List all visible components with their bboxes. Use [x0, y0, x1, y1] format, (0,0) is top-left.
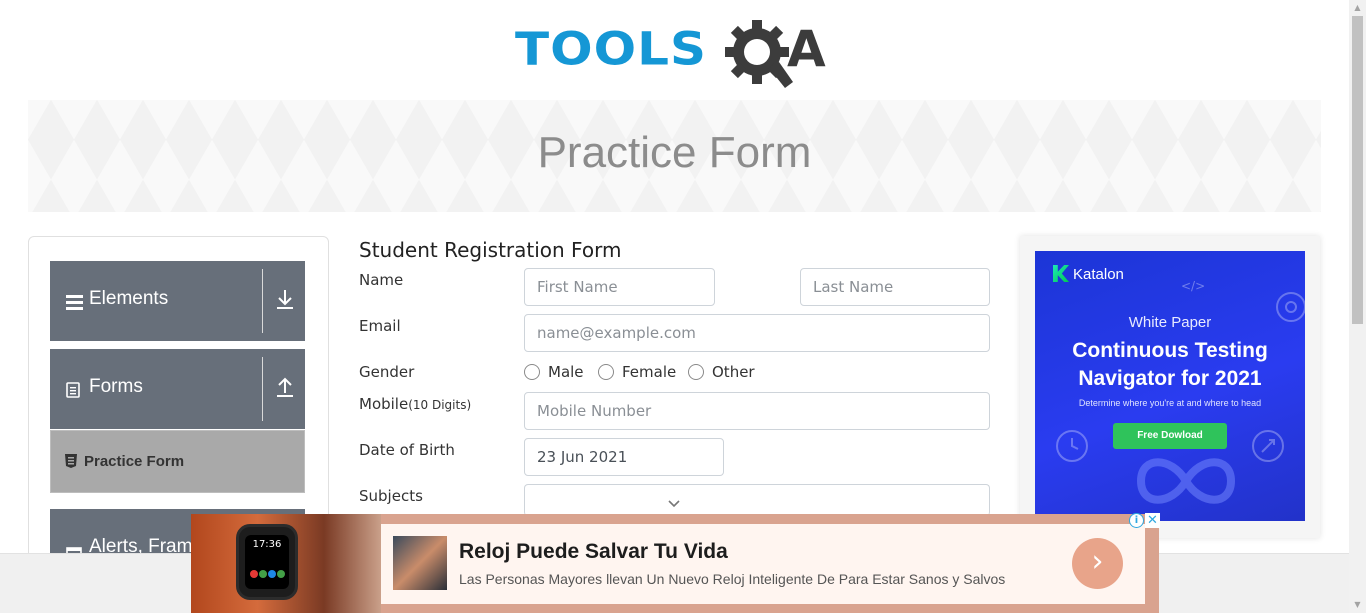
- scroll-down-icon[interactable]: ▼: [1349, 597, 1366, 613]
- clock-icon: [1056, 430, 1088, 462]
- radio-label[interactable]: Male: [548, 363, 584, 381]
- page-title: Practice Form: [537, 128, 812, 177]
- code-icon: </>: [1181, 279, 1206, 293]
- infinity-icon: [1136, 458, 1236, 504]
- subjects-input[interactable]: [524, 484, 990, 516]
- ad-brand: Katalon: [1053, 265, 1124, 283]
- gender-label: Gender: [359, 363, 415, 381]
- watch-time: 17:36: [252, 539, 282, 550]
- katalon-logo-icon: [1053, 265, 1069, 282]
- last-name-input[interactable]: Last Name: [800, 268, 990, 306]
- ad-headline[interactable]: Reloj Puede Salvar Tu Vida: [459, 540, 728, 564]
- sidebar-group-label: Elements: [89, 288, 169, 309]
- form-title: Student Registration Form: [359, 238, 622, 262]
- watch-complications-icon: [250, 570, 285, 578]
- ad-subtext: Determine where you're at and where to h…: [1078, 398, 1262, 408]
- dob-input[interactable]: 23 Jun 2021: [524, 438, 724, 476]
- ad-info-icon[interactable]: i: [1129, 513, 1144, 528]
- close-icon[interactable]: ✕: [1145, 513, 1160, 528]
- ad-photo: 17:36: [191, 514, 381, 613]
- first-name-input[interactable]: First Name: [524, 268, 715, 306]
- scroll-up-icon[interactable]: ▲: [1349, 0, 1366, 16]
- chevron-down-icon[interactable]: [667, 499, 681, 509]
- html5-icon: [65, 453, 77, 468]
- sidebar-group-forms[interactable]: Forms: [50, 349, 305, 429]
- upload-arrow-icon[interactable]: [276, 376, 296, 400]
- radio-circle[interactable]: [688, 364, 704, 380]
- mobile-input[interactable]: Mobile Number: [524, 392, 990, 430]
- sidebar-group-elements[interactable]: Elements: [50, 261, 305, 341]
- mobile-label: Mobile(10 Digits): [359, 395, 471, 413]
- watch-screen: 17:36: [245, 535, 289, 589]
- toolsqa-logo[interactable]: TOOLS A: [515, 16, 837, 90]
- free-download-button[interactable]: Free Dowload: [1113, 423, 1227, 449]
- document-icon: [66, 379, 80, 403]
- ad-thumbnail: [393, 536, 447, 590]
- ad-headline-line1: Continuous Testing: [1072, 339, 1268, 362]
- sidebar-group-label: Forms: [89, 376, 143, 397]
- ad-headline: Continuous Testing Navigator for 2021: [1035, 337, 1305, 393]
- mobile-label-text: Mobile: [359, 395, 409, 413]
- page: TOOLS A Practice Form Elements Forms Pra…: [0, 0, 1366, 613]
- ad-kicker: White Paper: [1128, 314, 1212, 331]
- radio-circle[interactable]: [598, 364, 614, 380]
- radio-circle[interactable]: [524, 364, 540, 380]
- gender-radio-female[interactable]: Female: [598, 363, 682, 383]
- sidebar-item-practice-form[interactable]: Practice Form: [50, 430, 305, 493]
- ad-brand-text: Katalon: [1073, 266, 1124, 283]
- ad-description: Las Personas Mayores llevan Un Nuevo Rel…: [459, 571, 1006, 587]
- gender-radio-male[interactable]: Male: [524, 363, 594, 383]
- rocket-icon: [1252, 430, 1284, 462]
- logo-suffix: A: [787, 20, 826, 78]
- divider: [262, 269, 263, 333]
- smartwatch-image: 17:36: [236, 524, 298, 600]
- download-arrow-icon[interactable]: [276, 288, 296, 312]
- chevron-right-icon[interactable]: ›: [1072, 538, 1123, 589]
- radio-label[interactable]: Female: [622, 363, 676, 381]
- katalon-ad[interactable]: Katalon </> White Paper Continuous Testi…: [1035, 251, 1305, 521]
- email-label: Email: [359, 317, 401, 335]
- bottom-ad[interactable]: 17:36 Reloj Puede Salvar Tu Vida Las Per…: [191, 514, 1159, 613]
- email-input[interactable]: name@example.com: [524, 314, 990, 352]
- logo-text: TOOLS: [515, 22, 707, 76]
- sidebar-item-label: Practice Form: [84, 453, 185, 470]
- name-label: Name: [359, 271, 404, 289]
- dob-label: Date of Birth: [359, 441, 455, 459]
- hamburger-icon: [66, 291, 83, 315]
- mobile-hint: (10 Digits): [408, 398, 472, 412]
- page-banner: Practice Form: [28, 100, 1321, 212]
- scrollbar-thumb[interactable]: [1352, 16, 1363, 324]
- vertical-scrollbar[interactable]: ▲ ▼: [1349, 0, 1366, 613]
- ad-card[interactable]: Reloj Puede Salvar Tu Vida Las Personas …: [381, 524, 1145, 604]
- divider: [262, 357, 263, 421]
- subjects-label: Subjects: [359, 487, 423, 505]
- gender-radio-other[interactable]: Other: [688, 363, 758, 383]
- ad-headline-line2: Navigator for 2021: [1078, 367, 1262, 390]
- radio-label[interactable]: Other: [712, 363, 755, 381]
